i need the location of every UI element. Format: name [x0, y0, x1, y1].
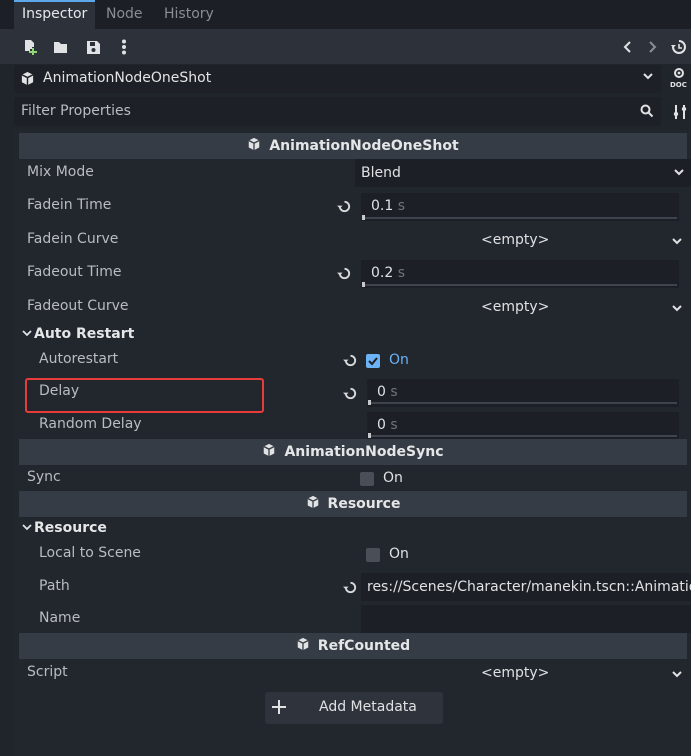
inspector-toolbar — [0, 29, 691, 64]
fadeout-time-value: 0.2 — [371, 265, 394, 281]
fadeout-curve-label: Fadeout Curve — [27, 298, 129, 314]
fadein-time-label: Fadein Time — [27, 197, 112, 213]
section-title: AnimationNodeOneShot — [269, 138, 459, 154]
more-vertical-icon[interactable] — [113, 36, 135, 58]
slider-grabber[interactable] — [368, 433, 371, 438]
section-animationnodeoneshot[interactable]: AnimationNodeOneShot — [19, 133, 687, 159]
save-icon[interactable] — [82, 36, 104, 58]
sync-on-label[interactable]: On — [383, 470, 403, 486]
group-resource[interactable]: Resource — [19, 517, 687, 539]
new-resource-icon[interactable] — [19, 36, 41, 58]
filter-placeholder: Filter Properties — [21, 103, 131, 119]
group-auto-restart[interactable]: Auto Restart — [19, 323, 687, 345]
fadeout-time-unit: s — [397, 265, 406, 281]
tab-inspector[interactable]: Inspector — [14, 0, 96, 29]
local-to-scene-checkbox[interactable] — [366, 548, 380, 562]
chevron-down-icon[interactable] — [671, 301, 683, 319]
section-refcounted[interactable]: RefCounted — [19, 633, 687, 659]
object-selector[interactable]: AnimationNodeOneShot — [14, 65, 661, 93]
cube-icon — [247, 137, 261, 155]
random-delay-spinbox[interactable]: 0 s — [367, 412, 679, 440]
slider-track — [369, 435, 677, 437]
delay-value: 0 — [377, 384, 386, 400]
path-value: res://Scenes/Character/manekin.tscn::Ani… — [367, 579, 691, 595]
slider-track — [369, 402, 677, 404]
add-metadata-label: Add Metadata — [319, 699, 417, 715]
script-value[interactable]: <empty> — [481, 665, 549, 681]
history-forward-icon[interactable] — [641, 36, 663, 58]
object-history-icon[interactable] — [668, 36, 690, 58]
cube-icon — [20, 71, 35, 90]
filter-properties-input[interactable]: Filter Properties — [14, 97, 661, 126]
name-field[interactable] — [361, 605, 691, 633]
doc-icon[interactable]: DOC — [668, 68, 690, 90]
group-title: Auto Restart — [34, 326, 135, 342]
local-to-scene-on-label[interactable]: On — [389, 546, 409, 562]
tab-bar: Inspector Node History — [0, 0, 691, 29]
slider-grabber[interactable] — [362, 282, 365, 287]
section-title: AnimationNodeSync — [284, 444, 444, 460]
mix-mode-value: Blend — [361, 165, 401, 181]
autorestart-label: Autorestart — [39, 351, 119, 367]
revert-icon[interactable] — [343, 386, 359, 402]
fadein-curve-label: Fadein Curve — [27, 231, 119, 247]
slider-grabber[interactable] — [368, 400, 371, 405]
slider-track — [363, 284, 677, 286]
name-label: Name — [39, 610, 81, 626]
slider-grabber[interactable] — [362, 215, 365, 220]
random-delay-label: Random Delay — [39, 416, 142, 432]
sync-checkbox[interactable] — [360, 472, 374, 486]
delay-unit: s — [390, 384, 398, 400]
random-delay-unit: s — [390, 417, 398, 433]
fadeout-time-label: Fadeout Time — [27, 264, 122, 280]
chevron-down-icon — [22, 520, 32, 536]
slider-track — [363, 217, 677, 219]
doc-label: DOC — [670, 81, 687, 89]
section-resource[interactable]: Resource — [19, 491, 687, 517]
fadeout-time-spinbox[interactable]: 0.2 s — [361, 260, 679, 288]
section-animationnodesync[interactable]: AnimationNodeSync — [19, 439, 687, 465]
add-metadata-button[interactable]: Add Metadata — [265, 692, 443, 724]
revert-icon[interactable] — [337, 266, 353, 282]
mix-mode-label: Mix Mode — [27, 164, 94, 180]
fadein-curve-value[interactable]: <empty> — [481, 232, 549, 248]
chevron-down-icon[interactable] — [671, 667, 683, 685]
path-label: Path — [39, 578, 70, 594]
cube-icon — [262, 443, 276, 461]
chevron-down-icon — [673, 165, 685, 183]
fadein-time-unit: s — [397, 198, 406, 214]
fadein-time-value: 0.1 — [371, 198, 394, 214]
fadeout-curve-value[interactable]: <empty> — [481, 299, 549, 315]
revert-icon[interactable] — [337, 199, 353, 215]
chevron-down-icon — [22, 326, 32, 342]
revert-icon[interactable] — [343, 353, 359, 369]
plus-icon — [272, 700, 286, 718]
section-title: RefCounted — [317, 638, 411, 654]
cube-icon — [296, 637, 310, 655]
fadein-time-spinbox[interactable]: 0.1 s — [361, 193, 679, 221]
object-selector-label: AnimationNodeOneShot — [43, 70, 212, 86]
sync-label: Sync — [27, 469, 61, 485]
tab-history[interactable]: History — [156, 0, 222, 29]
cube-icon — [306, 495, 320, 513]
autorestart-on-label[interactable]: On — [389, 352, 409, 368]
search-icon — [640, 104, 654, 122]
tab-node[interactable]: Node — [98, 0, 151, 29]
delay-label: Delay — [39, 383, 80, 399]
script-label: Script — [27, 664, 68, 680]
chevron-down-icon — [642, 69, 654, 87]
mix-mode-select[interactable]: Blend — [355, 159, 691, 187]
random-delay-value: 0 — [377, 417, 386, 433]
chevron-down-icon[interactable] — [671, 234, 683, 252]
open-folder-icon[interactable] — [50, 36, 72, 58]
delay-spinbox[interactable]: 0 s — [367, 379, 679, 407]
revert-icon[interactable] — [343, 580, 359, 596]
group-title: Resource — [34, 520, 107, 536]
section-title: Resource — [327, 496, 401, 512]
history-back-icon[interactable] — [617, 36, 639, 58]
path-field[interactable]: res://Scenes/Character/manekin.tscn::Ani… — [361, 573, 691, 601]
autorestart-checkbox[interactable] — [366, 354, 380, 368]
local-to-scene-label: Local to Scene — [39, 545, 141, 561]
tools-icon[interactable] — [669, 101, 691, 123]
